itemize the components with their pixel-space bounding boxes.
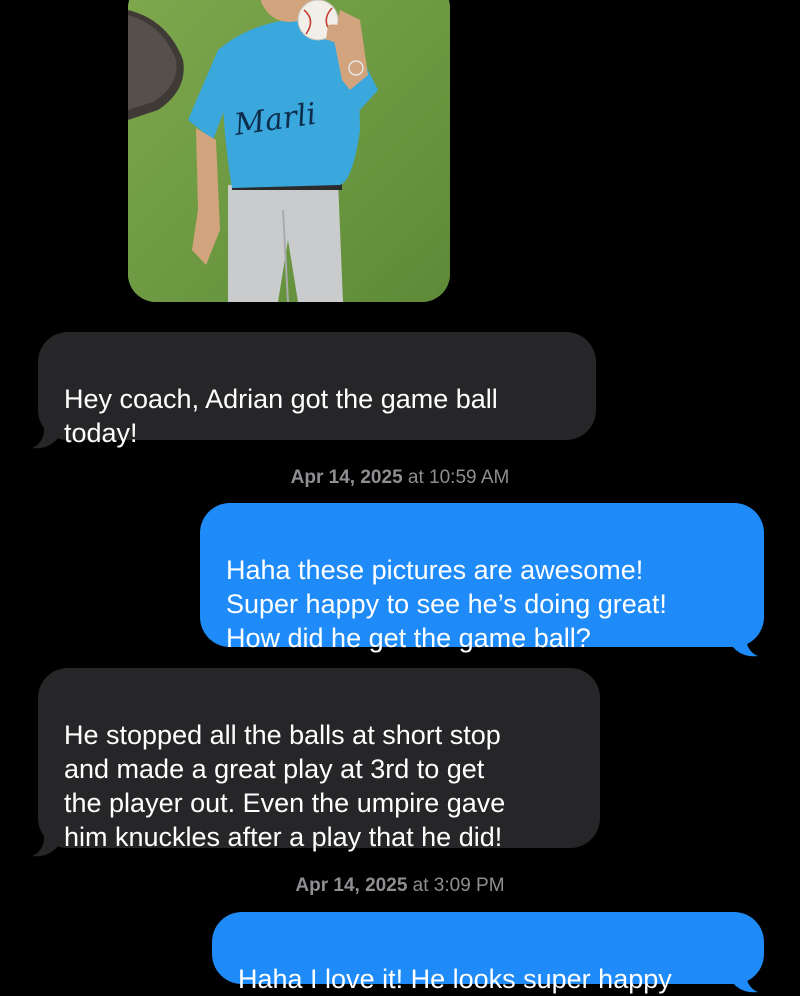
message-bubble-received[interactable]: Hey coach, Adrian got the game ball toda… <box>38 332 596 448</box>
bubble-tail-right <box>732 968 758 993</box>
bubble-tail-left <box>32 424 58 449</box>
message-bubble-sent[interactable]: Haha I love it! He looks super happy <box>212 912 764 994</box>
photo-attachment[interactable]: Marli <box>128 0 450 302</box>
bubble-tail-right <box>732 632 758 657</box>
timestamp: Apr 14, 2025 at 10:59 AM <box>0 466 800 490</box>
photo-image: Marli <box>128 0 450 302</box>
message-bubble-received[interactable]: He stopped all the balls at short stop a… <box>38 668 600 852</box>
message-text: Haha these pictures are awesome! Super h… <box>226 555 667 653</box>
bubble-tail-left <box>32 832 58 857</box>
timestamp: Apr 14, 2025 at 3:09 PM <box>0 874 800 898</box>
message-thread: Marli Hey coach, Adrian got the game bal… <box>0 0 800 994</box>
message-text: He stopped all the balls at short stop a… <box>64 720 506 852</box>
timestamp-date: Apr 14, 2025 <box>295 875 408 896</box>
message-text: Haha I love it! He looks super happy <box>238 964 672 994</box>
timestamp-time: at 10:59 AM <box>407 467 510 488</box>
message-text: Hey coach, Adrian got the game ball toda… <box>64 384 498 448</box>
timestamp-date: Apr 14, 2025 <box>290 467 403 488</box>
message-bubble-sent[interactable]: Haha these pictures are awesome! Super h… <box>200 503 764 653</box>
timestamp-time: at 3:09 PM <box>412 875 505 896</box>
